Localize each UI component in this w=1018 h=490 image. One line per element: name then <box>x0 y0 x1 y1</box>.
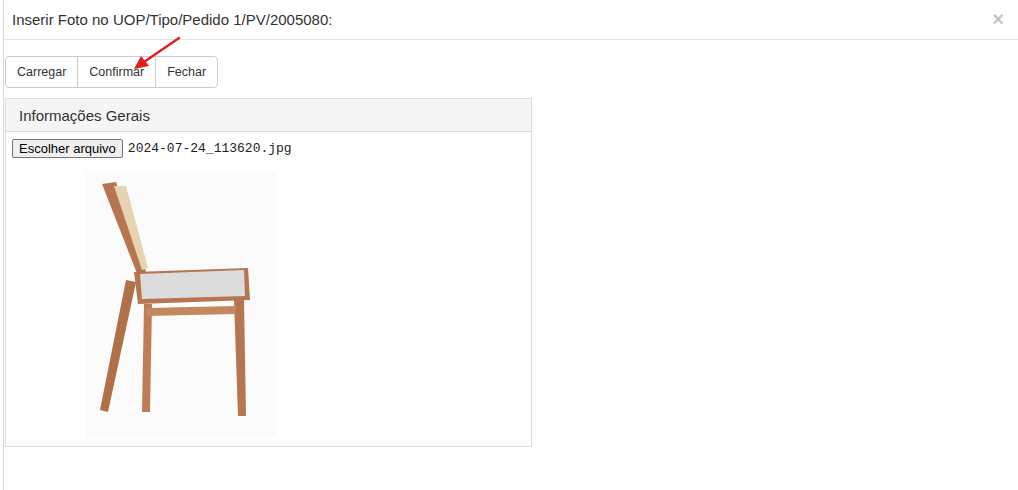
close-button[interactable]: × <box>992 8 1004 31</box>
page: Inserir Foto no UOP/Tipo/Pedido 1/PV/200… <box>0 0 1018 490</box>
panel-body: Escolher arquivo 2024-07-24_113620.jpg <box>6 132 531 444</box>
general-info-panel: Informações Gerais Escolher arquivo 2024-0… <box>5 98 532 447</box>
dialog-title: Inserir Foto no UOP/Tipo/Pedido 1/PV/200… <box>12 11 332 28</box>
chair-photo-icon <box>86 172 276 437</box>
choose-file-button[interactable]: Escolher arquivo <box>12 139 123 158</box>
photo-preview <box>86 172 276 437</box>
file-input[interactable]: Escolher arquivo 2024-07-24_113620.jpg <box>12 139 525 158</box>
dialog: Inserir Foto no UOP/Tipo/Pedido 1/PV/200… <box>3 0 1018 490</box>
dialog-header: Inserir Foto no UOP/Tipo/Pedido 1/PV/200… <box>4 0 1018 40</box>
button-group: Carregar Confirmar Fechar <box>5 56 218 88</box>
toolbar-button[interactable]: Confirmar <box>77 56 156 88</box>
toolbar: Carregar Confirmar Fechar <box>4 40 1018 88</box>
file-name: 2024-07-24_113620.jpg <box>128 141 292 156</box>
toolbar-button[interactable]: Carregar <box>5 56 78 88</box>
toolbar-button[interactable]: Fechar <box>155 56 218 88</box>
panel-header: Informações Gerais <box>6 99 531 132</box>
